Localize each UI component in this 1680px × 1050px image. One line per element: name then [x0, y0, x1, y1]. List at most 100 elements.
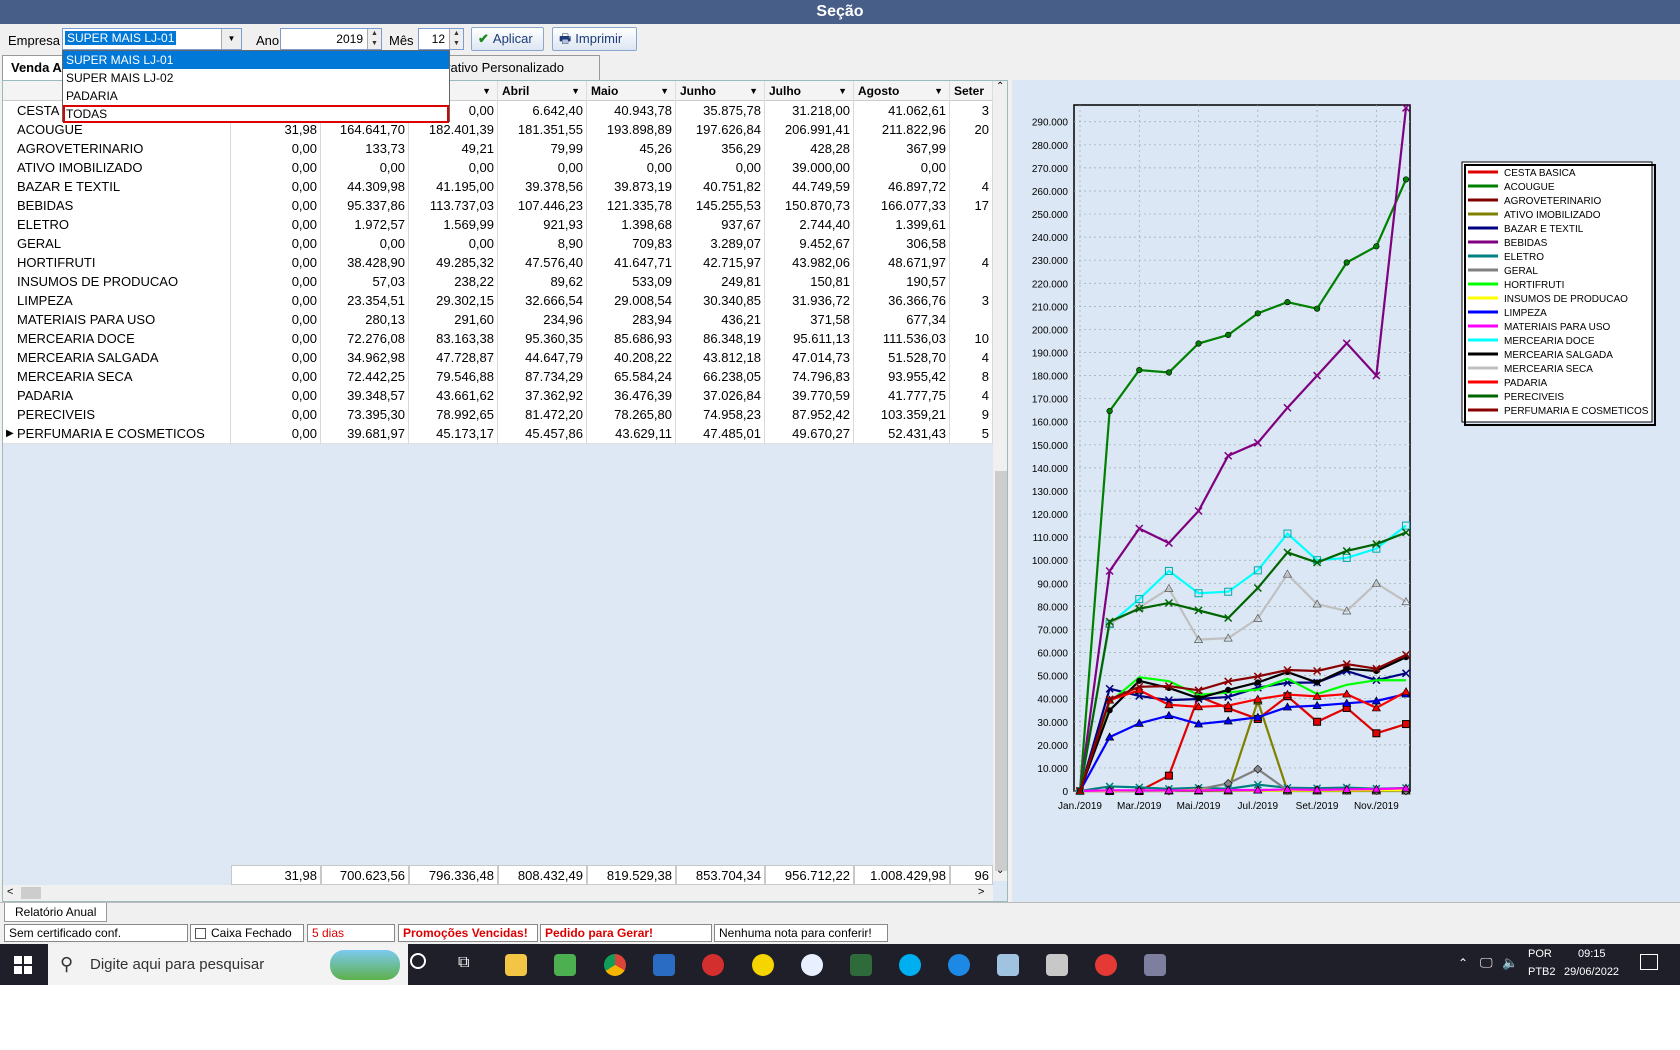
table-row[interactable]: PERECIVEIS 0,00 73.395,30 78.992,65 81.472,2…	[3, 405, 993, 425]
tab-relatorio-anual[interactable]: Relatório Anual	[4, 903, 108, 922]
value-cell: 193.898,89	[587, 120, 676, 140]
spreadsheet-icon[interactable]	[554, 954, 576, 976]
empresa-dropdown-list[interactable]: SUPER MAIS LJ-01 SUPER MAIS LJ-02 PADARI…	[62, 50, 450, 123]
app-round-icon[interactable]	[1095, 954, 1117, 976]
maps-icon[interactable]	[948, 954, 970, 976]
value-cell: 79,99	[498, 139, 587, 159]
vertical-scroll-thumb[interactable]	[995, 471, 1007, 871]
table-row[interactable]: HORTIFRUTI 0,00 38.428,90 49.285,32 47.576,4…	[3, 253, 993, 273]
value-cell: 23.354,51	[321, 291, 409, 311]
table-row[interactable]: ELETRO 0,00 1.972,57 1.569,99 921,93 1.398,68…	[3, 215, 993, 235]
status-promocoes[interactable]: Promoções Vencidas!	[398, 924, 538, 942]
skype-icon[interactable]	[899, 954, 921, 976]
table-row[interactable]: ACOUGUE 31,98 164.641,70 182.401,39 181.351,…	[3, 120, 993, 140]
scroll-left-icon[interactable]: <	[7, 886, 13, 898]
status-pedido[interactable]: Pedido para Gerar!	[540, 924, 712, 942]
y-tick-label: 200.000	[1032, 325, 1069, 336]
dropdown-option[interactable]: SUPER MAIS LJ-02	[63, 69, 449, 87]
app-dots-icon[interactable]	[801, 954, 823, 976]
app-red-icon[interactable]	[702, 954, 724, 976]
data-point	[1313, 305, 1321, 312]
file-explorer-icon[interactable]	[505, 954, 527, 976]
table-row[interactable]: AGROVETERINARIO 0,00 133,73 49,21 79,99 45,26…	[3, 139, 993, 159]
scroll-right-icon[interactable]: >	[978, 886, 984, 898]
cortana-icon[interactable]	[410, 953, 426, 969]
table-row[interactable]: MATERIAIS PARA USO 0,00 280,13 291,60 234,96…	[3, 310, 993, 330]
sort-arrow-icon[interactable]: ▼	[934, 81, 943, 101]
value-cell: 73.395,30	[321, 405, 409, 425]
table-row[interactable]: BEBIDAS 0,00 95.337,86 113.737,03 107.446,23…	[3, 196, 993, 216]
chevron-up-icon[interactable]: ⌃	[1458, 956, 1468, 970]
active-app-icon[interactable]	[1144, 954, 1166, 976]
ano-spin-icon[interactable]: ▲ ▼	[367, 29, 381, 49]
y-tick-label: 210.000	[1032, 302, 1069, 313]
app-yellow-icon[interactable]	[752, 954, 774, 976]
sort-arrow-icon[interactable]: ▼	[482, 81, 491, 101]
empresa-select[interactable]: SUPER MAIS LJ-01 ▼	[62, 28, 242, 50]
network-icon[interactable]: 🖵	[1480, 955, 1493, 971]
table-row[interactable]: MERCEARIA DOCE 0,00 72.276,08 83.163,38 95.3…	[3, 329, 993, 349]
windows-start-icon[interactable]	[14, 956, 32, 974]
dropdown-option[interactable]: SUPER MAIS LJ-01	[63, 51, 449, 69]
caixa-checkbox[interactable]	[195, 928, 206, 939]
column-header[interactable]: Julho ▼	[765, 81, 854, 101]
column-header-label: Julho	[769, 84, 801, 98]
app-note-icon[interactable]	[997, 954, 1019, 976]
value-cell: 533,09	[587, 272, 676, 292]
column-header[interactable]: Seter	[950, 81, 993, 101]
table-row[interactable]: INSUMOS DE PRODUCAO 0,00 57,03 238,22 89,62 5…	[3, 272, 993, 292]
mes-spin-icon[interactable]: ▲ ▼	[449, 29, 463, 49]
imprimir-button[interactable]: 🖶 Imprimir	[552, 27, 637, 51]
data-grid: ço▼Abril▼Maio▼Junho▼Julho▼Agosto▼Seter C…	[2, 80, 1008, 902]
y-tick-label: 60.000	[1037, 649, 1068, 660]
scroll-down-icon[interactable]: ⌄	[996, 865, 1004, 876]
sort-arrow-icon[interactable]: ▼	[571, 81, 580, 101]
task-view-icon[interactable]: ⧉	[458, 954, 469, 972]
table-row[interactable]: PERFUMARIA E COSMETICOS 0,00 39.681,97 45.1…	[3, 424, 993, 444]
table-row[interactable]: MERCEARIA SECA 0,00 72.442,25 79.546,88 87.7…	[3, 367, 993, 387]
sort-arrow-icon[interactable]: ▼	[660, 81, 669, 101]
y-tick-label: 30.000	[1037, 718, 1068, 729]
sort-arrow-icon[interactable]: ▼	[749, 81, 758, 101]
value-cell: 93.955,42	[854, 367, 950, 387]
outlook-icon[interactable]	[653, 954, 675, 976]
chevron-down-icon[interactable]: ▼	[221, 29, 241, 49]
column-header[interactable]: Abril ▼	[498, 81, 587, 101]
table-row[interactable]: LIMPEZA 0,00 23.354,51 29.302,15 32.666,54 29…	[3, 291, 993, 311]
value-cell: 107.446,23	[498, 196, 587, 216]
table-row[interactable]: ATIVO IMOBILIZADO 0,00 0,00 0,00 0,00 0,00 0,0…	[3, 158, 993, 178]
column-header[interactable]: Agosto ▼	[854, 81, 950, 101]
dropdown-option[interactable]: PADARIA	[63, 87, 449, 105]
horizontal-scrollbar[interactable]: < >	[3, 885, 993, 901]
notification-icon[interactable]	[1640, 954, 1658, 970]
mes-field[interactable]: 12 ▲ ▼	[418, 28, 464, 50]
scroll-up-icon[interactable]: ⌃	[996, 81, 1004, 92]
table-row[interactable]: GERAL 0,00 0,00 0,00 8,90 709,83 3.289,07 9.452…	[3, 234, 993, 254]
table-row[interactable]: BAZAR E TEXTIL 0,00 44.309,98 41.195,00 39.3…	[3, 177, 993, 197]
value-cell: 83.163,38	[409, 329, 498, 349]
app-green-icon[interactable]	[850, 954, 872, 976]
chrome-icon[interactable]	[604, 954, 626, 976]
column-header[interactable]: Junho ▼	[676, 81, 765, 101]
aplicar-button[interactable]: ✔ Aplicar	[471, 27, 544, 51]
lang-layout[interactable]: PTB2	[1528, 966, 1556, 978]
ano-field[interactable]: 2019 ▲ ▼	[280, 28, 382, 50]
horizontal-scroll-thumb[interactable]	[21, 887, 41, 899]
table-row[interactable]: MERCEARIA SALGADA 0,00 34.962,98 47.728,87 4…	[3, 348, 993, 368]
total-cell: 700.623,56	[321, 865, 409, 885]
value-cell: 38.428,90	[321, 253, 409, 273]
dropdown-option-highlighted[interactable]: TODAS	[63, 105, 449, 123]
sort-arrow-icon[interactable]: ▼	[838, 81, 847, 101]
column-header[interactable]: Maio ▼	[587, 81, 676, 101]
calculator-icon[interactable]	[1046, 954, 1068, 976]
lang-code[interactable]: POR	[1528, 948, 1552, 960]
taskbar-search[interactable]: ⚲ Digite aqui para pesquisar	[48, 944, 408, 985]
vertical-scrollbar[interactable]: ⌃ ⌄	[993, 81, 1007, 881]
clock-time[interactable]: 09:15	[1578, 948, 1606, 960]
data-point	[1372, 729, 1381, 738]
table-row[interactable]: PADARIA 0,00 39.348,57 43.661,62 37.362,92 36…	[3, 386, 993, 406]
status-notas[interactable]: Nenhuma nota para conferir!	[714, 924, 888, 942]
clock-date[interactable]: 29/06/2022	[1564, 966, 1619, 978]
value-cell: 0,00	[231, 272, 321, 292]
volume-icon[interactable]: 🔈	[1502, 955, 1518, 971]
